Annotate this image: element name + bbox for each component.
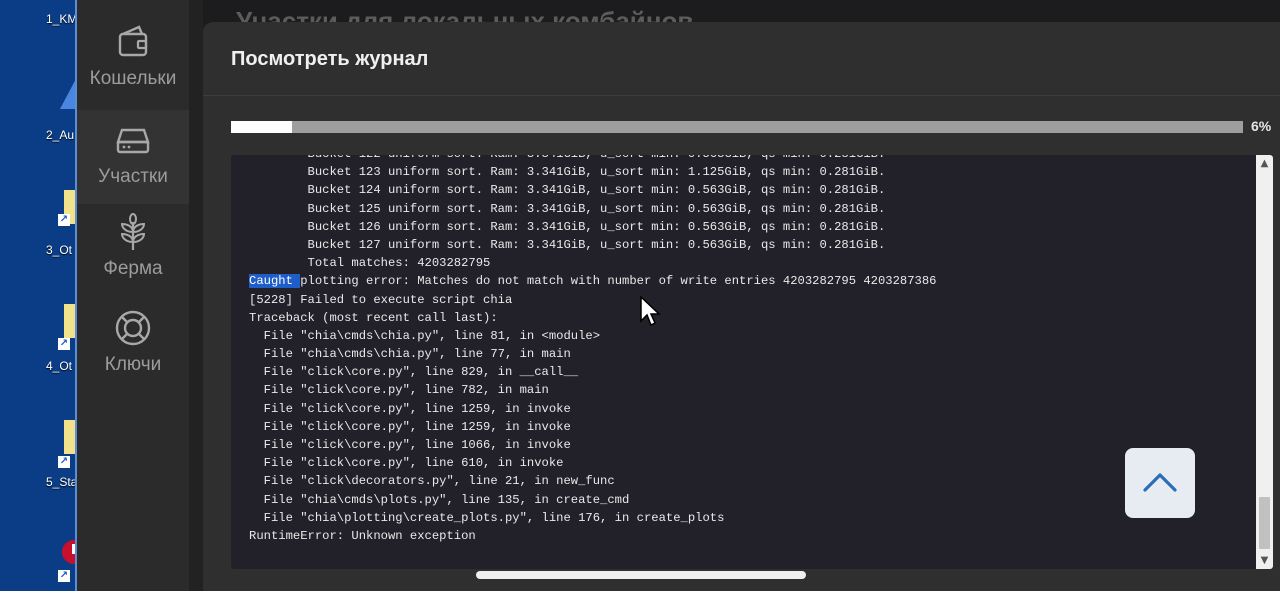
log-line: File "click\core.py", line 1259, in invo… bbox=[249, 419, 571, 434]
app-sidebar: Кошельки Участки Ферма Ключи bbox=[77, 0, 189, 591]
scroll-up-arrow-icon[interactable]: ▲ bbox=[1256, 155, 1273, 172]
log-line: [5228] Failed to execute script chia bbox=[249, 292, 513, 307]
sidebar-item-label: Участки bbox=[98, 166, 168, 187]
log-line: File "chia\cmds\chia.py", line 81, in <m… bbox=[249, 328, 601, 343]
progress-percent: 6% bbox=[1251, 118, 1272, 134]
log-line-rest: plotting error: Matches do not match wit… bbox=[300, 274, 937, 289]
sidebar-item-label: Кошельки bbox=[89, 68, 177, 89]
selected-text: Caught bbox=[249, 274, 301, 289]
log-line: Total matches: 4203282795 bbox=[249, 256, 491, 271]
sidebar-item-farm[interactable]: Ферма bbox=[77, 212, 189, 296]
log-line: Caught plotting error: Matches do not ma… bbox=[249, 272, 937, 290]
mouse-cursor-icon bbox=[640, 296, 661, 327]
scrollbar-thumb[interactable] bbox=[1259, 497, 1270, 549]
desktop-shortcut-label: 4_Ot bbox=[46, 359, 73, 373]
log-line: File "chia\cmds\plots.py", line 135, in … bbox=[249, 492, 630, 507]
wallet-icon bbox=[118, 25, 148, 57]
sidebar-item-plots[interactable]: Участки bbox=[77, 110, 189, 204]
desktop-strip: 1_KM 2_Au ↗ 3_Ot ↗ 4_Ot ↗ 5_Sta ↗ bbox=[0, 0, 76, 591]
shortcut-arrow-icon: ↗ bbox=[58, 570, 70, 582]
log-modal: Посмотреть журнал 6% Bucket 122 uniform … bbox=[203, 22, 1280, 591]
scroll-down-arrow-icon[interactable]: ▼ bbox=[1256, 552, 1273, 569]
log-line: File "chia\cmds\chia.py", line 77, in ma… bbox=[249, 347, 571, 362]
desktop-shortcut-label: 5_Sta bbox=[46, 475, 76, 489]
shortcut-arrow-icon: ↗ bbox=[58, 456, 70, 468]
scroll-to-top-button[interactable] bbox=[1125, 448, 1195, 518]
background-page-title: Участки для локальных комбайнов bbox=[236, 6, 694, 22]
progress-fill bbox=[231, 121, 292, 133]
desktop-shortcut-label: 1_KM bbox=[46, 12, 76, 26]
log-line: File "click\core.py", line 1259, in invo… bbox=[249, 401, 571, 416]
shortcut-icon bbox=[62, 540, 76, 564]
log-line: File "click\core.py", line 782, in main bbox=[249, 383, 549, 398]
shortcut-icon bbox=[60, 78, 76, 109]
modal-divider bbox=[203, 95, 1280, 96]
horizontal-scrollbar[interactable] bbox=[476, 571, 806, 579]
log-line: RuntimeError: Unknown exception bbox=[249, 528, 476, 543]
desktop-shortcut-label: 3_Ot bbox=[46, 243, 73, 257]
sidebar-item-label: Ключи bbox=[104, 354, 162, 375]
drive-icon bbox=[116, 128, 150, 154]
modal-title: Посмотреть журнал bbox=[231, 48, 429, 70]
shortcut-arrow-icon: ↗ bbox=[58, 338, 70, 350]
log-output[interactable]: Bucket 122 uniform sort. Ram: 3.341GiB, … bbox=[231, 155, 1273, 569]
log-line: File "click\core.py", line 1066, in invo… bbox=[249, 438, 571, 452]
shortcut-arrow-icon: ↗ bbox=[58, 214, 70, 226]
sidebar-shadow bbox=[189, 0, 203, 591]
desktop-shortcut-label: 2_Au bbox=[46, 128, 75, 142]
progress-bar bbox=[231, 121, 1243, 133]
log-line: Traceback (most recent call last): bbox=[249, 310, 498, 325]
log-line: Bucket 122 uniform sort. Ram: 3.341GiB, … bbox=[249, 155, 937, 163]
log-line: File "click\core.py", line 610, in invok… bbox=[249, 456, 564, 471]
log-lines: Bucket 122 uniform sort. Ram: 3.341GiB, … bbox=[249, 155, 937, 545]
log-line: Bucket 126 uniform sort. Ram: 3.341GiB, … bbox=[249, 219, 886, 234]
sidebar-item-keys[interactable]: Ключи bbox=[77, 308, 189, 392]
log-line: Bucket 124 uniform sort. Ram: 3.341GiB, … bbox=[249, 183, 886, 198]
chevron-up-icon bbox=[1143, 473, 1177, 492]
log-line: Bucket 125 uniform sort. Ram: 3.341GiB, … bbox=[249, 201, 886, 216]
sidebar-item-wallets[interactable]: Кошельки bbox=[77, 22, 189, 106]
log-line: Bucket 127 uniform sort. Ram: 3.341GiB, … bbox=[249, 237, 886, 252]
sidebar-item-label: Ферма bbox=[103, 258, 163, 279]
lifebuoy-icon bbox=[115, 310, 151, 346]
log-line: File "chia\plotting\create_plots.py", li… bbox=[249, 510, 725, 525]
log-line: File "click\decorators.py", line 21, in … bbox=[249, 474, 615, 489]
log-line: Bucket 123 uniform sort. Ram: 3.341GiB, … bbox=[249, 165, 886, 180]
plant-icon bbox=[120, 213, 146, 250]
log-line: File "click\core.py", line 829, in __cal… bbox=[249, 365, 579, 380]
log-scrollbar[interactable]: ▲ ▼ bbox=[1256, 155, 1273, 569]
